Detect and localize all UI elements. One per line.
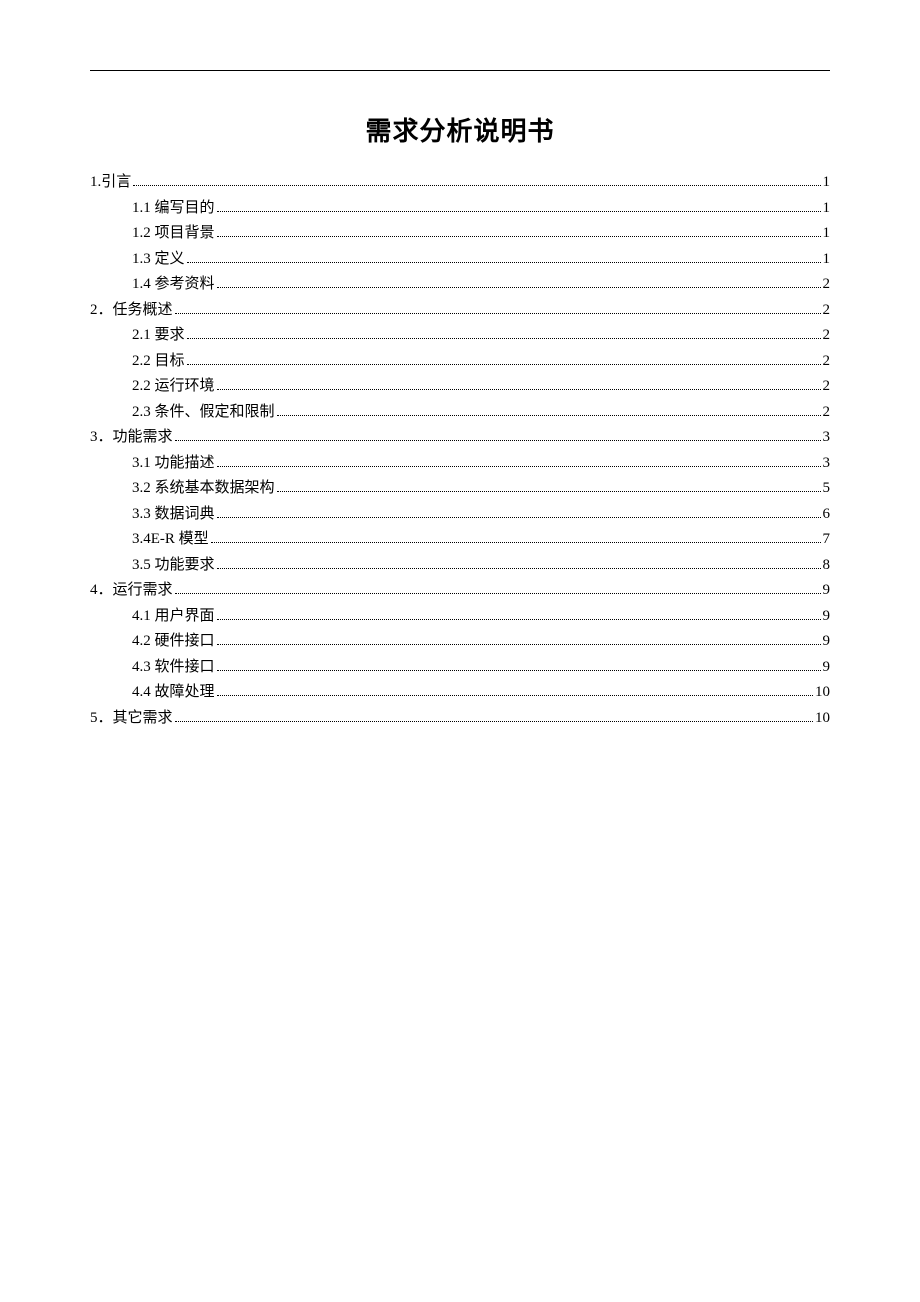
toc-entry[interactable]: 3.5 功能要求 8 xyxy=(90,553,830,579)
document-title: 需求分析说明书 xyxy=(90,111,830,148)
toc-entry-page: 9 xyxy=(823,578,831,604)
toc-entry[interactable]: 3.2 系统基本数据架构 5 xyxy=(90,476,830,502)
toc-entry-label: 3.1 功能描述 xyxy=(132,451,215,477)
toc-entry[interactable]: 4.4 故障处理 10 xyxy=(90,680,830,706)
toc-entry-page: 6 xyxy=(823,502,831,528)
toc-entry-label: 3.5 功能要求 xyxy=(132,553,215,579)
toc-entry[interactable]: 1.引言 1 xyxy=(90,170,830,196)
toc-leader-dots xyxy=(211,530,821,544)
toc-entry[interactable]: 2.3 条件、假定和限制 2 xyxy=(90,400,830,426)
toc-entry-label: 1.2 项目背景 xyxy=(132,221,215,247)
toc-entry-page: 3 xyxy=(823,451,831,477)
toc-entry-label: 3.4E-R 模型 xyxy=(132,527,209,553)
toc-entry[interactable]: 4．运行需求 9 xyxy=(90,578,830,604)
toc-entry[interactable]: 2.2 运行环境 2 xyxy=(90,374,830,400)
toc-leader-dots xyxy=(175,708,813,722)
toc-entry[interactable]: 3.1 功能描述 3 xyxy=(90,451,830,477)
toc-leader-dots xyxy=(187,249,821,263)
toc-entry-page: 9 xyxy=(823,629,831,655)
toc-leader-dots xyxy=(175,581,821,595)
toc-entry[interactable]: 3.3 数据词典 6 xyxy=(90,502,830,528)
toc-entry-page: 3 xyxy=(823,425,831,451)
toc-entry-page: 5 xyxy=(823,476,831,502)
toc-entry-label: 5．其它需求 xyxy=(90,706,173,732)
toc-leader-dots xyxy=(217,632,821,646)
toc-leader-dots xyxy=(217,453,821,467)
toc-entry-page: 1 xyxy=(823,170,831,196)
toc-entry[interactable]: 5．其它需求 10 xyxy=(90,706,830,732)
toc-leader-dots xyxy=(217,657,821,671)
toc-entry-label: 2.3 条件、假定和限制 xyxy=(132,400,275,426)
toc-entry-page: 9 xyxy=(823,604,831,630)
toc-entry[interactable]: 1.2 项目背景 1 xyxy=(90,221,830,247)
toc-entry-page: 8 xyxy=(823,553,831,579)
toc-leader-dots xyxy=(217,606,821,620)
toc-entry-label: 3．功能需求 xyxy=(90,425,173,451)
toc-entry-page: 1 xyxy=(823,196,831,222)
toc-entry-label: 2．任务概述 xyxy=(90,298,173,324)
toc-entry-label: 4.2 硬件接口 xyxy=(132,629,215,655)
toc-entry[interactable]: 2．任务概述 2 xyxy=(90,298,830,324)
toc-leader-dots xyxy=(217,377,821,391)
toc-entry[interactable]: 2.2 目标 2 xyxy=(90,349,830,375)
toc-leader-dots xyxy=(175,428,821,442)
toc-leader-dots xyxy=(217,683,813,697)
toc-leader-dots xyxy=(133,173,820,187)
toc-leader-dots xyxy=(187,351,821,365)
toc-entry-page: 2 xyxy=(823,272,831,298)
toc-entry-page: 2 xyxy=(823,374,831,400)
toc-entry[interactable]: 4.2 硬件接口 9 xyxy=(90,629,830,655)
toc-entry[interactable]: 3.4E-R 模型 7 xyxy=(90,527,830,553)
toc-entry-page: 9 xyxy=(823,655,831,681)
toc-entry-page: 2 xyxy=(823,298,831,324)
toc-leader-dots xyxy=(277,479,821,493)
toc-entry[interactable]: 1.3 定义 1 xyxy=(90,247,830,273)
toc-entry-label: 2.2 目标 xyxy=(132,349,185,375)
toc-entry-page: 2 xyxy=(823,349,831,375)
toc-entry-page: 10 xyxy=(815,680,830,706)
toc-leader-dots xyxy=(277,402,821,416)
toc-entry[interactable]: 3．功能需求 3 xyxy=(90,425,830,451)
header-rule xyxy=(90,70,830,71)
toc-entry[interactable]: 1.1 编写目的 1 xyxy=(90,196,830,222)
toc-entry-label: 4．运行需求 xyxy=(90,578,173,604)
toc-entry-page: 10 xyxy=(815,706,830,732)
document-page: 需求分析说明书 1.引言11.1 编写目的11.2 项目背景11.3 定义11.… xyxy=(0,0,920,731)
toc-entry-label: 3.2 系统基本数据架构 xyxy=(132,476,275,502)
table-of-contents: 1.引言11.1 编写目的11.2 项目背景11.3 定义11.4 参考资料22… xyxy=(90,170,830,731)
toc-leader-dots xyxy=(217,275,821,289)
toc-entry-label: 4.3 软件接口 xyxy=(132,655,215,681)
toc-entry-page: 2 xyxy=(823,400,831,426)
toc-leader-dots xyxy=(217,555,821,569)
toc-entry-label: 1.3 定义 xyxy=(132,247,185,273)
toc-entry-page: 2 xyxy=(823,323,831,349)
toc-entry-label: 4.1 用户界面 xyxy=(132,604,215,630)
toc-entry-label: 1.1 编写目的 xyxy=(132,196,215,222)
toc-leader-dots xyxy=(187,326,821,340)
toc-entry[interactable]: 2.1 要求 2 xyxy=(90,323,830,349)
toc-entry[interactable]: 4.3 软件接口 9 xyxy=(90,655,830,681)
toc-entry-label: 3.3 数据词典 xyxy=(132,502,215,528)
toc-leader-dots xyxy=(217,224,821,238)
toc-entry-label: 2.2 运行环境 xyxy=(132,374,215,400)
toc-entry-page: 7 xyxy=(823,527,831,553)
toc-leader-dots xyxy=(175,300,821,314)
toc-leader-dots xyxy=(217,504,821,518)
toc-entry-label: 1.引言 xyxy=(90,170,131,196)
toc-entry-label: 2.1 要求 xyxy=(132,323,185,349)
toc-entry-label: 1.4 参考资料 xyxy=(132,272,215,298)
toc-entry-page: 1 xyxy=(823,221,831,247)
toc-entry[interactable]: 4.1 用户界面 9 xyxy=(90,604,830,630)
toc-entry-page: 1 xyxy=(823,247,831,273)
toc-leader-dots xyxy=(217,198,821,212)
toc-entry[interactable]: 1.4 参考资料 2 xyxy=(90,272,830,298)
toc-entry-label: 4.4 故障处理 xyxy=(132,680,215,706)
